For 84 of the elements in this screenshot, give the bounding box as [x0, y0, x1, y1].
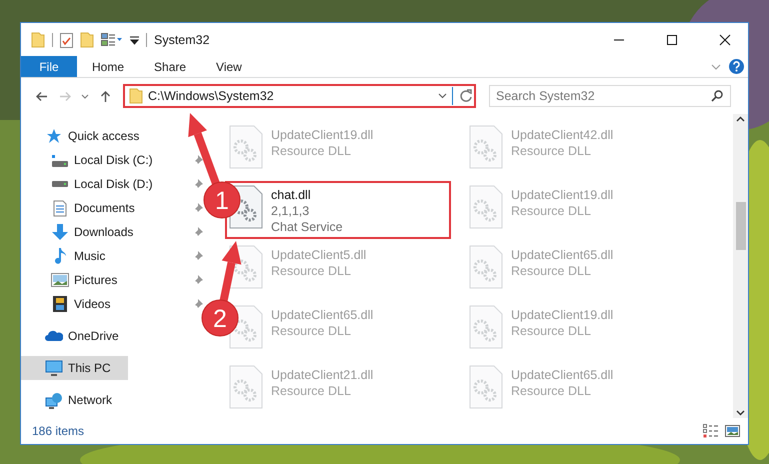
back-arrow-icon	[34, 90, 48, 102]
down-arrow-icon	[51, 223, 69, 241]
drive-icon	[51, 154, 69, 166]
scroll-thumb[interactable]	[736, 202, 746, 250]
step-badge: 2	[202, 300, 238, 336]
monitor-icon	[45, 360, 63, 376]
file-detail: Resource DLL	[511, 384, 592, 398]
file-name: UpdateClient42.dll	[511, 128, 614, 142]
pin-icon[interactable]	[193, 275, 203, 285]
forward-arrow-icon	[58, 90, 72, 102]
checklist-icon[interactable]	[60, 32, 73, 48]
sidebar-item[interactable]: Videos	[21, 292, 114, 316]
thumbnail-view-icon[interactable]	[725, 425, 740, 437]
cloud-icon	[45, 330, 63, 342]
new-folder-icon	[80, 32, 94, 48]
ribbon-tab[interactable]: Home	[77, 56, 140, 77]
network-icon	[45, 392, 63, 408]
document-icon	[53, 200, 67, 216]
sidebar-item[interactable]: Pictures	[21, 268, 122, 292]
file-detail: Chat Service	[271, 220, 343, 234]
file-detail: Resource DLL	[511, 204, 592, 218]
file-name: UpdateClient65.dll	[271, 308, 374, 322]
address-bar[interactable]: C:\Windows\System32	[123, 84, 476, 108]
sidebar-item[interactable]: Quick access	[21, 124, 144, 148]
sidebar-item[interactable]: OneDrive	[21, 324, 123, 348]
search-field[interactable]: Search System32	[489, 85, 731, 107]
customize-caret-icon[interactable]	[130, 34, 139, 44]
picture-icon	[51, 273, 69, 287]
pin-icon[interactable]	[193, 299, 203, 309]
file-detail: Resource DLL	[511, 264, 592, 278]
search-icon[interactable]	[711, 90, 723, 102]
file-detail: 2,1,1,3	[271, 204, 310, 218]
up-arrow-icon	[100, 90, 110, 102]
scrollbar[interactable]	[733, 114, 748, 418]
pin-icon[interactable]	[193, 179, 203, 189]
minimize-icon	[613, 38, 625, 40]
ribbon-tab[interactable]: View	[201, 56, 257, 77]
file-name: UpdateClient5.dll	[271, 248, 366, 262]
star-icon	[46, 128, 62, 144]
folder-icon	[129, 88, 143, 104]
file-detail: Resource DLL	[511, 324, 592, 338]
sidebar-item[interactable]: Local Disk (D:)	[21, 172, 157, 196]
file-name: UpdateClient21.dll	[271, 368, 374, 382]
drive-icon	[51, 181, 69, 187]
scroll-up-icon[interactable]	[736, 116, 745, 122]
details-view-icon[interactable]	[703, 424, 719, 438]
file-name: UpdateClient65.dll	[511, 368, 614, 382]
file-name: chat.dll	[271, 188, 312, 202]
pin-icon[interactable]	[193, 155, 203, 165]
file-name: UpdateClient65.dll	[511, 248, 614, 262]
file-detail: Resource DLL	[271, 264, 352, 278]
maximize-icon	[666, 34, 678, 46]
sidebar-item[interactable]: Music	[21, 244, 110, 268]
file-detail: Resource DLL	[511, 144, 592, 158]
item-count: 186 items	[32, 424, 86, 438]
scroll-down-icon[interactable]	[736, 410, 745, 416]
dropdown-caret-icon[interactable]	[438, 93, 447, 99]
sidebar-item[interactable]: Documents	[21, 196, 139, 220]
help-icon[interactable]	[729, 59, 744, 74]
file-name: UpdateClient19.dll	[511, 188, 614, 202]
step-badge: 1	[204, 182, 240, 218]
folder-icon	[31, 32, 45, 48]
file-menu-tab[interactable]: File	[21, 56, 77, 77]
view-layout-icon[interactable]	[101, 32, 123, 46]
music-note-icon	[53, 247, 67, 265]
file-name: UpdateClient19.dll	[271, 128, 374, 142]
sidebar-item[interactable]: Downloads	[21, 220, 138, 244]
refresh-icon[interactable]	[458, 88, 474, 104]
pin-icon[interactable]	[193, 227, 203, 237]
sidebar-item[interactable]: This PC	[21, 356, 128, 380]
pin-icon[interactable]	[193, 203, 203, 213]
close-icon	[719, 34, 731, 46]
ribbon-tab[interactable]: Share	[139, 56, 202, 77]
file-name: UpdateClient19.dll	[511, 308, 614, 322]
file-detail: Resource DLL	[271, 144, 352, 158]
caret-icon	[81, 94, 89, 98]
pin-icon[interactable]	[193, 251, 203, 261]
film-icon	[53, 296, 67, 312]
sidebar-item[interactable]: Local Disk (C:)	[21, 148, 157, 172]
file-detail: Resource DLL	[271, 324, 352, 338]
sidebar-item[interactable]: Network	[21, 388, 116, 412]
file-detail: Resource DLL	[271, 384, 352, 398]
expand-ribbon-icon[interactable]	[711, 64, 721, 70]
window-title: System32	[154, 32, 210, 46]
